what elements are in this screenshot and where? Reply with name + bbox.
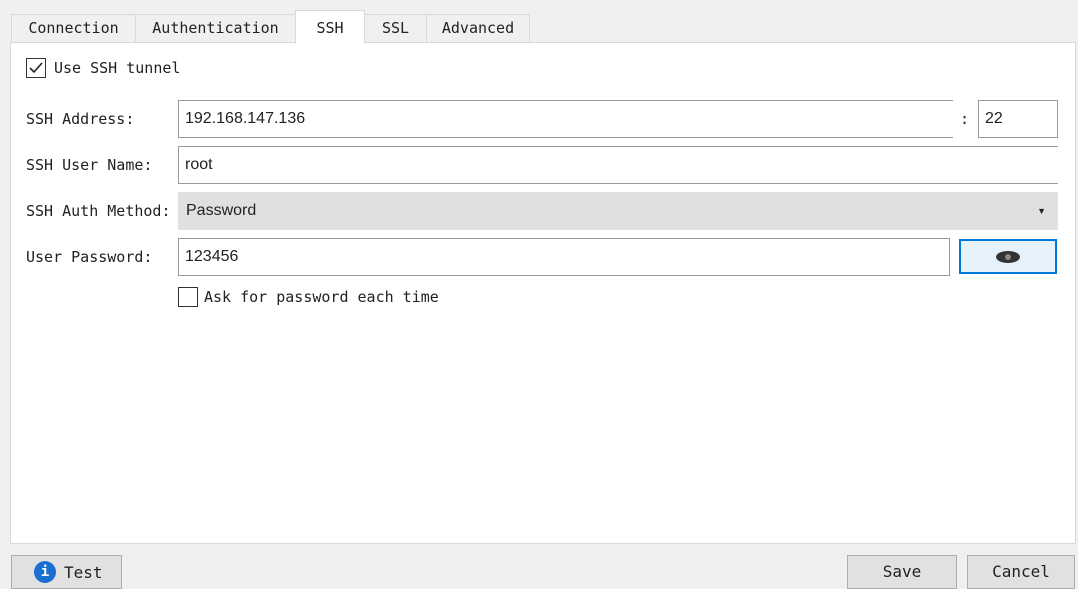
ssh-auth-label: SSH Auth Method: xyxy=(26,202,171,220)
ssh-port-input[interactable]: 22 xyxy=(978,100,1058,138)
port-separator: : xyxy=(960,110,970,128)
tab-connection[interactable]: Connection xyxy=(11,14,136,43)
ask-password-checkbox[interactable] xyxy=(178,287,198,307)
dropdown-arrow-icon: ▼ xyxy=(1037,206,1046,216)
test-button[interactable]: i Test xyxy=(11,555,122,589)
tab-advanced[interactable]: Advanced xyxy=(426,14,530,43)
user-password-input[interactable]: 123456 xyxy=(178,238,950,276)
ssh-address-label: SSH Address: xyxy=(26,110,135,128)
eye-icon xyxy=(996,251,1020,263)
ssh-auth-select[interactable]: Password ▼ xyxy=(178,192,1058,230)
ask-password-label: Ask for password each time xyxy=(204,288,439,306)
use-ssh-tunnel-checkbox[interactable] xyxy=(26,58,46,78)
tab-authentication[interactable]: Authentication xyxy=(135,14,296,43)
ssh-address-input[interactable]: 192.168.147.136 xyxy=(178,100,953,138)
show-password-button[interactable] xyxy=(959,239,1057,274)
save-button[interactable]: Save xyxy=(847,555,957,589)
ssh-user-input[interactable]: root xyxy=(178,146,1058,184)
test-label: Test xyxy=(64,562,103,582)
cancel-button[interactable]: Cancel xyxy=(967,555,1075,589)
use-ssh-tunnel-label: Use SSH tunnel xyxy=(54,59,181,77)
tab-ssl[interactable]: SSL xyxy=(364,14,427,43)
check-icon xyxy=(29,62,43,74)
user-password-label: User Password: xyxy=(26,248,153,266)
ssh-user-label: SSH User Name: xyxy=(26,156,153,174)
info-icon: i xyxy=(34,561,56,583)
tab-ssh[interactable]: SSH xyxy=(295,10,365,44)
ssh-auth-value: Password xyxy=(186,202,257,219)
